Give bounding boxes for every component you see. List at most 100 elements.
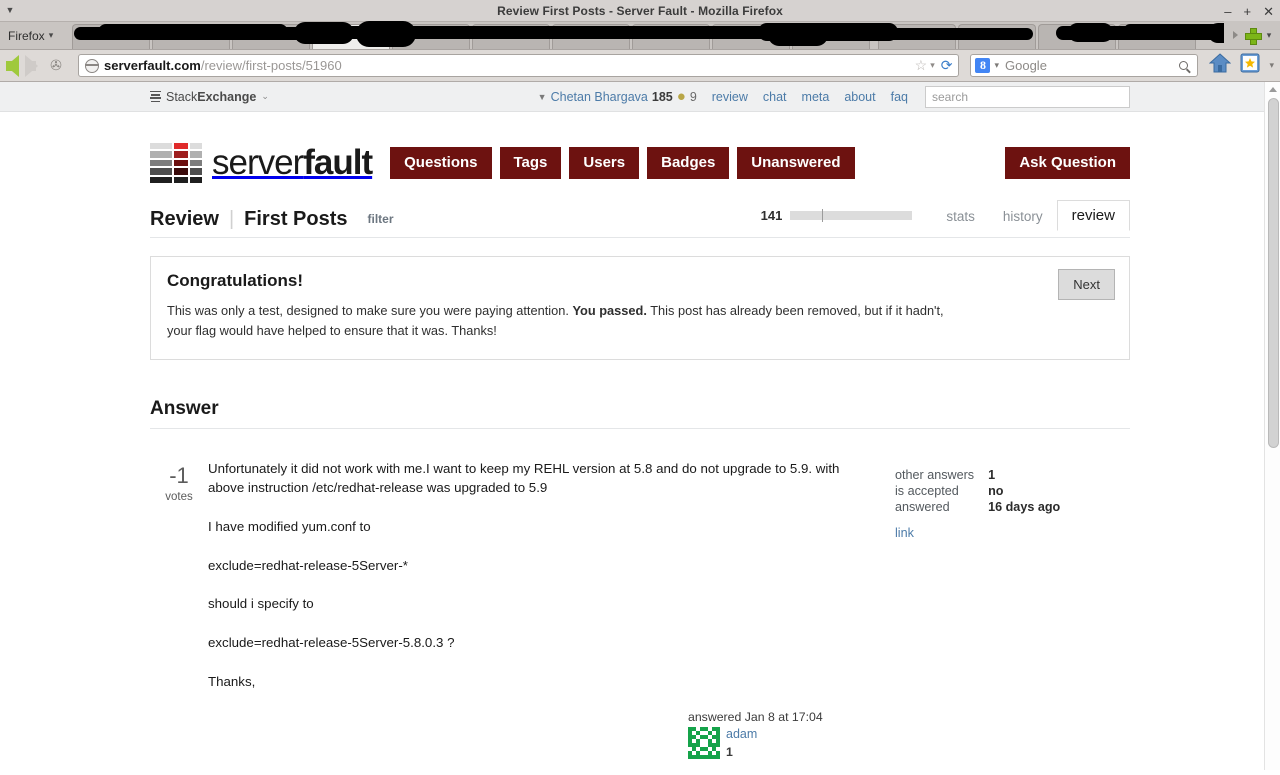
firefox-window: ▼ Review First Posts - Server Fault - Mo… [0, 0, 1280, 775]
avatar[interactable] [688, 727, 720, 760]
firefox-menu-label: Firefox [8, 28, 45, 43]
tab-review[interactable]: review [1056, 200, 1130, 231]
progress-bar-tick [822, 209, 824, 222]
answer-stats-sidebar: other answers 1 is accepted no answered … [895, 459, 1110, 761]
filter-link[interactable]: filter [368, 212, 394, 226]
stat-key: is accepted [895, 483, 959, 498]
answer-stats-table: other answers 1 is accepted no answered … [895, 467, 1060, 515]
nav-users[interactable]: Users [569, 147, 640, 179]
title-separator: | [228, 208, 235, 230]
badge-count: 9 [689, 89, 697, 104]
tabstrip-controls: ▾ [1224, 21, 1280, 49]
stackexchange-logo-icon [150, 89, 161, 103]
url-text: serverfault.com/review/first-posts/51960 [104, 58, 915, 73]
chevron-down-icon[interactable]: ▾ [994, 61, 999, 70]
user-menu[interactable]: ▼ Chetan Bhargava 185 ● 9 [538, 89, 697, 104]
nav-badges[interactable]: Badges [647, 147, 730, 179]
review-title: Review [150, 208, 219, 230]
back-button[interactable] [6, 54, 19, 77]
user-name-link[interactable]: Chetan Bhargava [551, 90, 648, 104]
window-title: Review First Posts - Server Fault - Mozi… [497, 3, 783, 18]
google-icon: 8 [975, 58, 991, 73]
bookmarks-icon[interactable] [1240, 53, 1260, 78]
answer-paragraph: Unfortunately it did not work with me.I … [208, 460, 840, 496]
page-content: StackExchange ⌄ ▼ Chetan Bhargava 185 ● … [0, 82, 1280, 770]
redaction-mark [828, 28, 1033, 40]
search-input[interactable]: Google [1005, 58, 1179, 73]
tab-history[interactable]: history [989, 203, 1057, 231]
answer-paragraph: I have modified yum.conf to [208, 519, 371, 534]
redaction-mark [98, 24, 288, 40]
toolbar-overflow-chevron-icon[interactable]: ▾ [1269, 60, 1274, 71]
topbar-link-chat[interactable]: chat [763, 90, 787, 104]
passed-text: You passed. [572, 303, 647, 318]
redaction-mark [1068, 23, 1113, 42]
congratulations-heading: Congratulations! [167, 271, 303, 290]
nav-questions[interactable]: Questions [390, 147, 492, 179]
tab-stats[interactable]: stats [932, 203, 989, 231]
minimize-button[interactable]: – [1224, 5, 1231, 18]
page-scrollbar[interactable] [1264, 82, 1280, 770]
stat-value: 1 [988, 467, 996, 482]
bookmark-star-icon[interactable]: ☆ [915, 57, 928, 74]
stat-key: other answers [895, 467, 975, 482]
table-row: other answers 1 [895, 467, 1060, 483]
stackexchange-topbar: StackExchange ⌄ ▼ Chetan Bhargava 185 ● … [0, 82, 1280, 112]
stat-key: answered [895, 499, 950, 514]
serverfault-logo-icon [150, 142, 202, 184]
topbar-link-about[interactable]: about [844, 90, 875, 104]
congratulations-body: This was only a test, designed to make s… [167, 303, 944, 338]
browser-tabs[interactable] [68, 21, 1224, 49]
topbar-link-meta[interactable]: meta [802, 90, 830, 104]
vote-label: votes [165, 490, 193, 503]
tab-strip: Firefox ▾ ▾ [0, 21, 1280, 50]
stackexchange-menu[interactable]: StackExchange ⌄ [150, 89, 269, 104]
topbar-link-review[interactable]: review [712, 90, 748, 104]
search-bar[interactable]: 8 ▾ Google [970, 54, 1199, 77]
post-link[interactable]: link [895, 526, 914, 540]
author-name-link[interactable]: adam [726, 727, 757, 743]
reload-stop-icon[interactable]: ✇ [46, 57, 66, 74]
home-icon[interactable] [1209, 53, 1232, 78]
answer-paragraph: Thanks, [208, 673, 256, 689]
review-header: Review | First Posts filter 141 stats hi… [150, 200, 1130, 238]
tab-scroll-right-icon[interactable] [1232, 31, 1238, 39]
site-navigation: Questions Tags Users Badges Unanswered [390, 147, 855, 179]
reload-icon[interactable]: ⟳ [941, 57, 953, 74]
author-reputation: 1 [726, 744, 733, 759]
window-titlebar: ▼ Review First Posts - Server Fault - Mo… [0, 0, 1280, 22]
scrollbar-thumb[interactable] [1268, 98, 1279, 448]
stackexchange-label: StackExchange [166, 89, 257, 104]
table-row: answered 16 days ago [895, 499, 1060, 515]
site-logo-text: serverfault [212, 143, 373, 182]
scroll-up-button[interactable] [1265, 82, 1280, 96]
window-controls: – + ✕ [1224, 0, 1274, 22]
address-bar[interactable]: serverfault.com/review/first-posts/51960… [78, 54, 960, 77]
search-icon[interactable] [1179, 61, 1189, 70]
close-button[interactable]: ✕ [1263, 5, 1274, 18]
new-tab-icon[interactable] [1244, 27, 1262, 45]
progress-bar [790, 209, 913, 222]
chevron-down-icon[interactable]: ▾ [930, 61, 935, 70]
vote-count: -1 [169, 462, 189, 488]
chevron-down-icon[interactable]: ⌄ [261, 92, 269, 101]
next-button[interactable]: Next [1058, 269, 1115, 300]
url-path: /review/first-posts/51960 [200, 58, 342, 73]
forward-button[interactable] [25, 54, 38, 77]
site-logo[interactable]: serverfault [150, 142, 373, 184]
identicon-avatar-icon [688, 727, 720, 760]
stat-value: 16 days ago [988, 499, 1061, 514]
ask-question-button[interactable]: Ask Question [1005, 147, 1130, 179]
topbar-link-faq[interactable]: faq [891, 90, 908, 104]
nav-unanswered[interactable]: Unanswered [737, 147, 855, 179]
firefox-menu-button[interactable]: Firefox ▾ [0, 22, 68, 49]
review-subtitle: First Posts [244, 208, 348, 230]
answer-paragraph: should i specify to [208, 596, 314, 612]
tab-list-chevron-icon[interactable]: ▾ [1267, 30, 1272, 40]
chevron-up-icon [1268, 86, 1277, 92]
nav-tags[interactable]: Tags [499, 147, 562, 179]
site-search-input[interactable]: search [925, 85, 1130, 108]
table-row: is accepted no [895, 483, 1060, 499]
answer-paragraph: exclude=redhat-release-5Server-* [208, 557, 408, 573]
maximize-button[interactable]: + [1244, 5, 1252, 18]
